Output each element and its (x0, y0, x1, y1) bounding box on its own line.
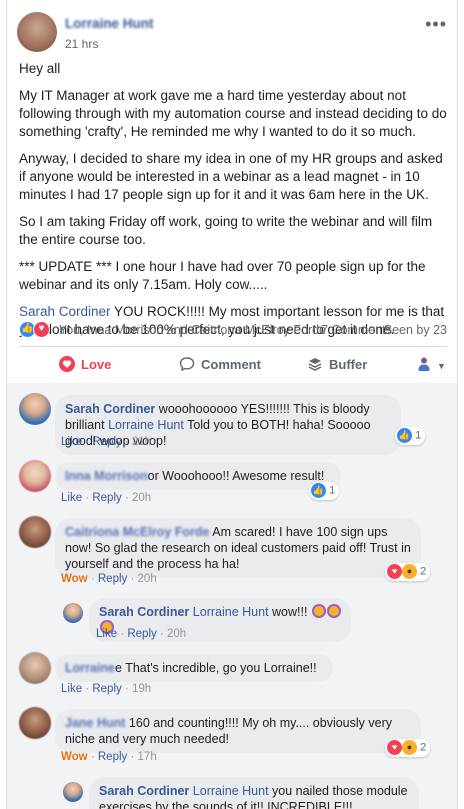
comment-bubble: Lorrainee That's incredible, go you Lorr… (55, 654, 333, 682)
replier-avatar[interactable] (63, 603, 83, 623)
comment-like-link[interactable]: Like (61, 492, 82, 504)
commenter-avatar[interactable] (19, 516, 51, 548)
comment-time[interactable]: 20h (138, 573, 157, 585)
heart-icon: ♥ (387, 740, 402, 755)
author-avatar[interactable] (17, 12, 57, 52)
post-time[interactable]: 21 hrs (65, 37, 98, 51)
comment-meta: Wow · Reply · 17h (61, 751, 157, 763)
mention-link[interactable]: Lorraine Hunt (108, 418, 184, 432)
comment-reply-link[interactable]: Reply (98, 573, 127, 585)
like-icon: 👍 (397, 428, 412, 443)
comment-bubble: Caitriona McElroy Forde Am scared! I hav… (55, 518, 421, 578)
audience-selector[interactable]: ▼ (417, 356, 446, 375)
more-options-icon[interactable]: ••• (425, 14, 447, 35)
reply-bubble: Sarah Cordiner Lorraine Hunt you nailed … (89, 777, 419, 809)
post-paragraph: *** UPDATE *** I one hour I have had ove… (19, 259, 426, 292)
reactions-summary: 👍 ♥ You, Inna Morrison and Caitriona McE… (19, 320, 449, 342)
post-paragraph: My IT Manager at work gave me a hard tim… (19, 88, 447, 139)
comment-meta: Like · Reply · 20h (96, 628, 187, 640)
buffer-button[interactable]: Buffer (307, 356, 367, 375)
mention-link[interactable]: Sarah Cordiner (19, 304, 111, 319)
comment-meta: Like · Reply · 21h (61, 436, 152, 448)
love-reaction-icon: ♥ (33, 321, 50, 338)
reaction-icons[interactable]: 👍 ♥ (19, 321, 53, 339)
comment-reaction-badge[interactable]: 👍 1 (395, 427, 426, 445)
comment-reaction-badge[interactable]: ♥ ● 2 (385, 563, 431, 581)
comment-like-link[interactable]: Wow (61, 573, 88, 585)
heart-icon: ♥ (387, 564, 402, 579)
comment-like-link[interactable]: Like (61, 683, 82, 695)
comment-bubble: Jane Hunt 160 and counting!!!! My oh my.… (55, 709, 421, 753)
comment-meta: Wow · Reply · 20h (61, 573, 157, 585)
comment-author[interactable]: Sarah Cordiner (99, 784, 189, 798)
reacted-by[interactable]: You, Inna Morrison and Caitriona McElroy… (59, 323, 326, 337)
post-paragraph: So I am taking Friday off work, going to… (19, 214, 433, 247)
comment-reply-link[interactable]: Reply (92, 492, 121, 504)
mention-link[interactable]: Lorraine Hunt (193, 605, 269, 619)
buffer-label: Buffer (329, 356, 368, 372)
comment-text: or Wooohooo!! Awesome result! (147, 469, 325, 483)
reaction-count: 2 (420, 741, 427, 754)
comment-like-link[interactable]: Wow (61, 751, 88, 763)
reaction-count: 1 (415, 429, 422, 442)
love-button[interactable]: Love (59, 356, 111, 375)
comment-author[interactable]: Lorraine (65, 661, 115, 675)
comment-label: Comment (201, 356, 261, 372)
replier-avatar[interactable] (63, 782, 83, 802)
reaction-count: 2 (420, 565, 427, 578)
wow-icon: ● (402, 564, 417, 579)
comment-author[interactable]: Sarah Cordiner (99, 605, 189, 619)
comment-meta: Like · Reply · 19h (61, 683, 152, 695)
love-label: Love (81, 356, 112, 372)
comment-reaction-badge[interactable]: ♥ ● 2 (385, 739, 431, 757)
comments-count[interactable]: 7 Comments (321, 323, 392, 337)
comment-reply-link[interactable]: Reply (92, 683, 121, 695)
post-actions: Love Comment Buffer ▼ (19, 352, 449, 382)
comment-reaction-badge[interactable]: 👍 1 (309, 482, 340, 500)
reaction-count: 1 (329, 484, 336, 497)
comment-time[interactable]: 20h (167, 628, 186, 640)
comment-author[interactable]: Caitriona McElroy Forde (65, 525, 209, 539)
post-body: Hey all My IT Manager at work gave me a … (19, 60, 449, 348)
buffer-stack-icon (307, 356, 323, 375)
devil-emoji-icon (311, 604, 326, 618)
wow-icon: ● (402, 740, 417, 755)
comment-text: wow!!! (268, 605, 308, 619)
post-header: Lorraine Hunt 21 hrs ••• (17, 12, 447, 56)
author-name[interactable]: Lorraine Hunt (65, 16, 154, 31)
comment-text: e That's incredible, go you Lorraine!! (115, 661, 317, 675)
commenter-avatar[interactable] (19, 707, 51, 739)
comments-section: Sarah Cordiner wooohoooooo YES!!!!!!! Th… (7, 383, 457, 809)
comment-reply-link[interactable]: Reply (92, 436, 121, 448)
comment-time[interactable]: 20h (132, 492, 151, 504)
comment-time[interactable]: 17h (138, 751, 157, 763)
comment-time[interactable]: 19h (132, 683, 151, 695)
comment-button[interactable]: Comment (179, 356, 261, 375)
comment-like-link[interactable]: Like (96, 628, 117, 640)
commenter-avatar[interactable] (19, 393, 51, 425)
heart-icon (59, 356, 75, 375)
comment-author[interactable]: Sarah Cordiner (65, 402, 155, 416)
divider (19, 346, 447, 347)
devil-emoji-icon (326, 604, 341, 618)
chevron-down-icon: ▼ (437, 360, 446, 371)
mention-link[interactable]: Lorraine Hunt (193, 784, 269, 798)
profile-icon (417, 356, 431, 375)
comment-author[interactable]: Jane Hunt (65, 716, 125, 730)
comment-meta: Like · Reply · 20h (61, 492, 152, 504)
comment-reply-link[interactable]: Reply (127, 628, 156, 640)
comment-bubble: Inna Morrisonor Wooohooo!! Awesome resul… (55, 462, 341, 490)
commenter-avatar[interactable] (19, 460, 51, 492)
comment-like-link[interactable]: Like (61, 436, 82, 448)
like-icon: 👍 (311, 483, 326, 498)
commenter-avatar[interactable] (19, 652, 51, 684)
post-paragraph: Anyway, I decided to share my idea in on… (19, 151, 443, 202)
post-paragraph: Hey all (19, 61, 61, 76)
post-card: Lorraine Hunt 21 hrs ••• Hey all My IT M… (6, 0, 458, 809)
seen-by[interactable]: Seen by 23 (384, 323, 447, 337)
comment-reply-link[interactable]: Reply (98, 751, 127, 763)
comment-author[interactable]: Inna Morrison (65, 469, 148, 483)
comment-icon (179, 356, 195, 375)
comment-time[interactable]: 21h (132, 436, 151, 448)
